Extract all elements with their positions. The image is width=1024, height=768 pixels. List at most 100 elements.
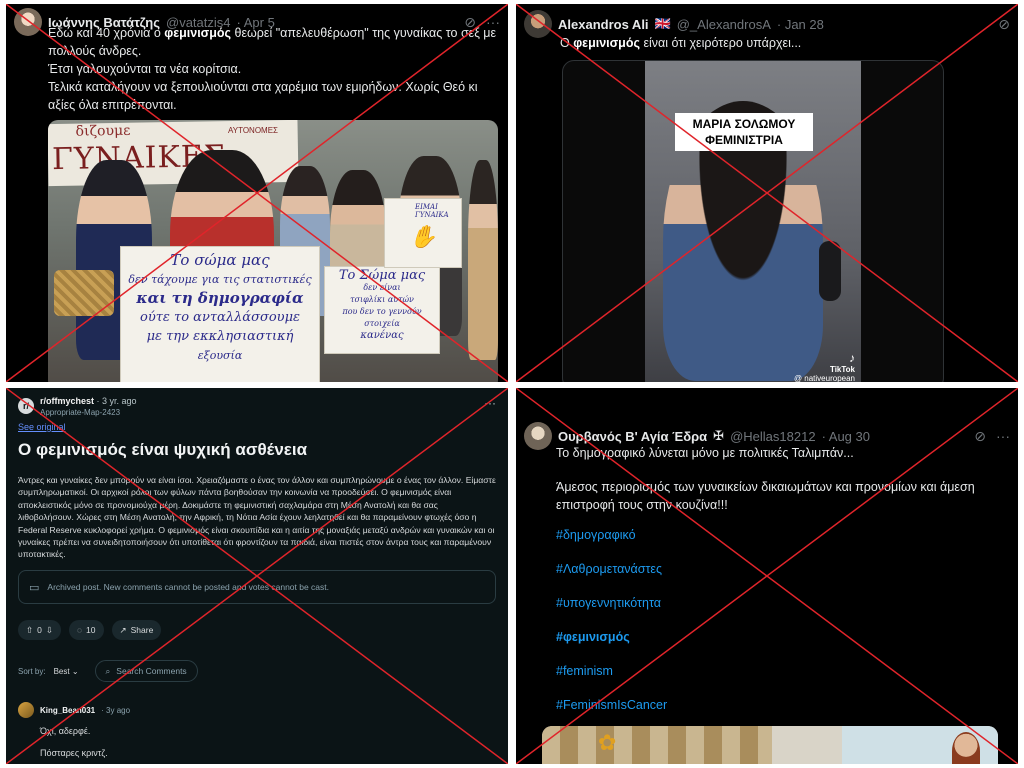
- comments-button[interactable]: ◌ 10: [68, 620, 104, 640]
- subreddit-icon[interactable]: r/: [18, 398, 34, 414]
- vote-count: 0: [37, 625, 42, 635]
- banner-text: διζουμε: [75, 122, 131, 140]
- hashtag-link[interactable]: #Λαθρομετανάστες: [556, 562, 667, 596]
- verified-badge: ✠: [713, 428, 725, 443]
- share-button[interactable]: ↗ Share: [111, 620, 162, 640]
- tiktok-user: @ nativeuropean: [793, 374, 855, 382]
- keyword-bold: φεμινισμός: [573, 36, 640, 50]
- reddit-post-panel: r/ r/offmychest · 3 yr. ago Appropriate-…: [6, 388, 508, 764]
- more-icon[interactable]: ···: [484, 396, 496, 410]
- tweet-text: Το δημογραφικό λύνεται μόνο με πολιτικές…: [556, 444, 1008, 514]
- sign-text: με την εκκλησιαστική: [146, 329, 294, 344]
- author-handle[interactable]: @Hellas18212: [730, 429, 815, 444]
- comment-count: 10: [86, 625, 96, 635]
- keyword-bold: φεμινισμός: [164, 26, 232, 40]
- see-original-link[interactable]: See original: [18, 422, 66, 432]
- sign-text: ούτε το ανταλλάσσουμε: [140, 310, 300, 325]
- portrait-figure: [952, 732, 980, 764]
- sign-text: Το σώμα μας: [170, 251, 270, 269]
- chevron-down-icon: ⌄: [71, 666, 79, 676]
- tweet-line: Τελικά καταλήγουν να ξεπουλιούνται στα χ…: [48, 80, 478, 112]
- tweet-text-part: Ο: [560, 36, 574, 50]
- sign-text: εξουσία: [197, 349, 243, 362]
- banner-text: ΑΥΤΟΝΟΜΕΣ: [228, 126, 278, 135]
- author-name[interactable]: Ουρβανός Β' Αγία Έδρα: [558, 429, 707, 444]
- sign-text: που δεν το γεννούν: [342, 307, 422, 316]
- video-frame[interactable]: ΜΑΡΙΑ ΣΟΛΩΜΟΥ ΦΕΜΙΝΙΣΤΡΙΑ ♪ TikTok @ nat…: [645, 61, 861, 382]
- tweet-line: Το δημογραφικό λύνεται μόνο με πολιτικές…: [556, 446, 854, 460]
- post-date[interactable]: · Aug 30: [822, 429, 870, 444]
- tweet-line: Έτσι γαλουχούνται τα νέα κορίτσια.: [48, 62, 242, 76]
- protester: [468, 160, 498, 360]
- protest-photo[interactable]: διζουμε ΓΥΝΑΙΚΕΣ ΑΥΤΟΝΟΜΕΣ Το σώμα μας δ…: [48, 120, 498, 382]
- sign-text: δεν τάχουμε για τις στατιστικές: [128, 273, 312, 286]
- tiktok-watermark: ♪ TikTok @ nativeuropean: [794, 351, 855, 382]
- post-date[interactable]: · Jan 28: [777, 17, 824, 32]
- hashtag-link[interactable]: #υπογεννητικότητα: [556, 596, 667, 630]
- protest-sign-drawing: ΕΙΜΑΙ ΓΥΝΑΙΚΑ ✋: [384, 198, 462, 268]
- protest-sign-left: Το σώμα μας δεν τάχουμε για τις στατιστι…: [120, 246, 320, 382]
- sign-text: κανένας: [360, 330, 404, 341]
- post-title: Ο φεμινισμός είναι ψυχική ασθένεια: [18, 440, 308, 459]
- search-comments-input[interactable]: ⌕ Search Comments: [94, 660, 198, 682]
- author-handle[interactable]: @_AlexandrosA: [677, 17, 771, 32]
- sort-dropdown[interactable]: Best ⌄: [54, 667, 79, 676]
- wicker-bag: [54, 270, 114, 316]
- caption-line: ΦΕΜΙΝΙΣΤΡΙΑ: [705, 133, 783, 147]
- comment-time: · 3y ago: [101, 705, 131, 715]
- author-name[interactable]: Alexandros Ali: [558, 17, 649, 32]
- comment-author[interactable]: King_Bean031: [40, 706, 95, 715]
- post-age: · 3 yr. ago: [96, 396, 137, 406]
- video-card[interactable]: ΜΑΡΙΑ ΣΟΛΩΜΟΥ ΦΕΜΙΝΙΣΤΡΙΑ ♪ TikTok @ nat…: [562, 60, 944, 382]
- tweet-panel-vatatzis: Ιωάννης Βατάτζης @vatatzis4 · Apr 5 ⊘ ··…: [6, 4, 508, 382]
- tweet-panel-ourvanos: Ουρβανός Β' Αγία Έδρα ✠ @Hellas18212 · A…: [516, 388, 1018, 764]
- hashtag-link[interactable]: #δημογραφικό: [556, 528, 667, 562]
- image-collage-left: [542, 726, 772, 764]
- grok-icon[interactable]: ⊘: [998, 16, 1010, 33]
- subreddit-name[interactable]: r/offmychest: [40, 396, 94, 406]
- grok-icon[interactable]: ⊘: [974, 428, 986, 445]
- tiktok-label: TikTok: [829, 365, 855, 374]
- archived-text: Archived post. New comments cannot be po…: [47, 582, 330, 592]
- country-flag: 🇬🇧: [654, 16, 671, 31]
- share-icon: ↗: [119, 624, 127, 635]
- tweet-panel-alexandros: Alexandros Ali 🇬🇧 @_AlexandrosA · Jan 28…: [516, 4, 1018, 382]
- avatar[interactable]: [524, 10, 552, 38]
- hashtag-link[interactable]: #feminism: [556, 664, 667, 698]
- protest-sign-right: Το Σώμα μας δεν είναι τσιφλίκι αυτών που…: [324, 266, 440, 354]
- post-body: Άντρες και γυναίκες δεν μπορούν να είναι…: [18, 475, 496, 560]
- sunflower-icon: ✿: [598, 730, 617, 755]
- avatar[interactable]: [524, 422, 552, 450]
- hand-drawing-icon: ✋: [409, 225, 437, 250]
- sign-text: ΕΙΜΑΙ ΓΥΝΑΙΚΑ: [415, 203, 449, 219]
- comment: King_Bean031 · 3y ago Όχι, αδερφέ. Πόστα…: [18, 702, 488, 758]
- sort-value: Best: [53, 666, 70, 676]
- video-caption: ΜΑΡΙΑ ΣΟΛΩΜΟΥ ΦΕΜΙΝΙΣΤΡΙΑ: [675, 113, 813, 151]
- avatar[interactable]: [14, 8, 42, 36]
- upvote-icon[interactable]: ⇧: [26, 625, 33, 636]
- post-author[interactable]: Appropriate-Map-2423: [40, 407, 137, 418]
- tweet-text: Ο φεμινισμός είναι ότι χειρότερο υπάρχει…: [560, 34, 1000, 52]
- share-label: Share: [130, 625, 154, 635]
- comment-text: Πόσταρες κριντζ.: [40, 748, 108, 758]
- sign-text: και τη δημογραφία: [136, 289, 304, 307]
- caption-line: ΜΑΡΙΑ ΣΟΛΩΜΟΥ: [692, 117, 796, 131]
- attached-image[interactable]: ✿: [542, 726, 998, 764]
- tweet-text: Εδώ και 40 χρόνια ο φεμινισμός θεωρεί "α…: [48, 24, 500, 114]
- archive-icon: ▭: [29, 581, 40, 594]
- hashtag-link[interactable]: #φεμινισμός: [556, 630, 667, 664]
- sign-text: τσιφλίκι αυτών: [350, 295, 414, 304]
- downvote-icon[interactable]: ⇩: [46, 625, 53, 636]
- tiktok-icon: ♪: [849, 351, 855, 365]
- avatar[interactable]: [18, 702, 34, 718]
- microphone-icon: [819, 241, 841, 301]
- vote-control[interactable]: ⇧ 0 ⇩: [18, 620, 61, 640]
- tweet-text-part: είναι ότι χειρότερο υπάρχει...: [639, 36, 802, 50]
- tweet-line: Άμεσος περιορισμός των γυναικείων δικαιω…: [556, 480, 975, 512]
- tweet-text-part: Εδώ και 40 χρόνια ο: [48, 26, 165, 40]
- comment-text: Όχι, αδερφέ.: [40, 726, 91, 736]
- comment-icon: ◌: [76, 625, 83, 635]
- more-icon[interactable]: ···: [996, 428, 1010, 444]
- sign-text: δεν είναι: [363, 283, 401, 292]
- hashtag-list: #δημογραφικό #Λαθρομετανάστες #υπογεννητ…: [556, 528, 667, 732]
